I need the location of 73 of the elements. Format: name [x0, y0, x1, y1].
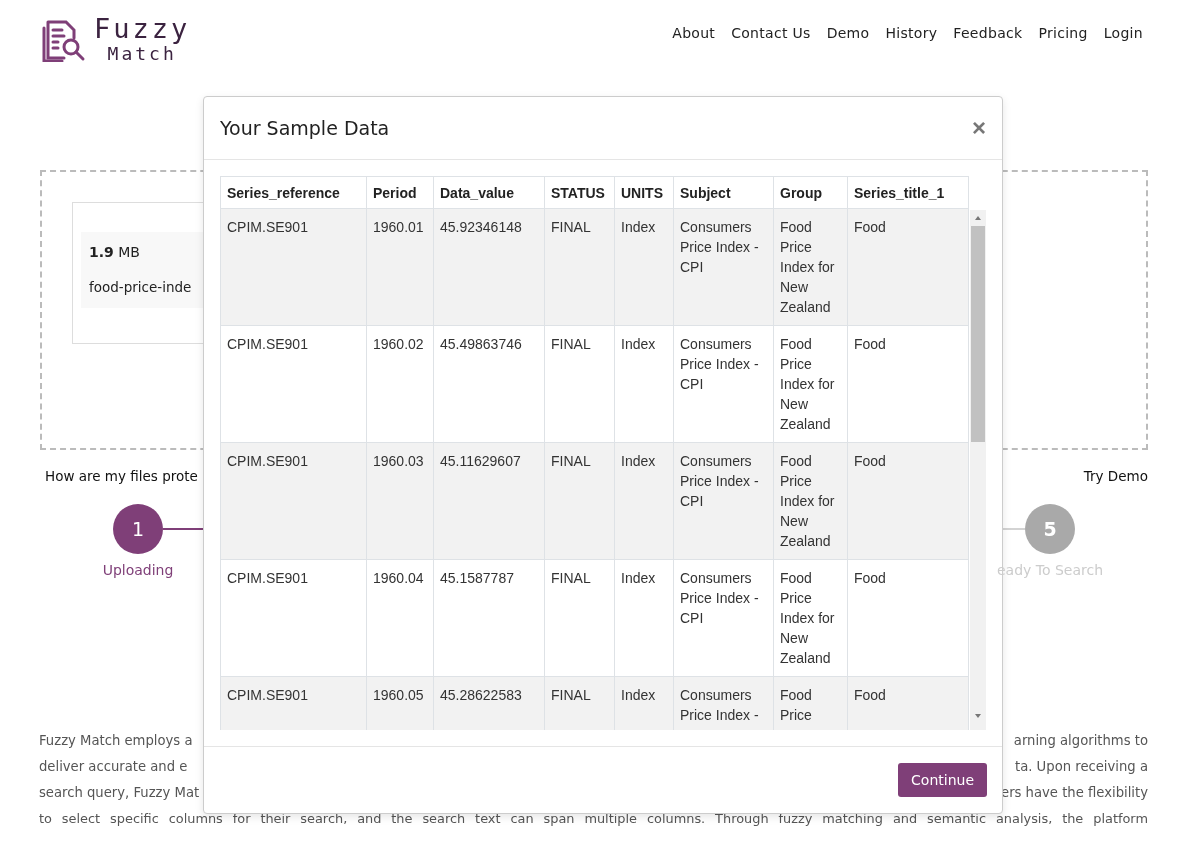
- step-label: Uploading: [102, 562, 174, 578]
- table-cell: FINAL: [544, 325, 615, 443]
- table-cell: 45.92346148: [433, 208, 545, 326]
- table-cell: CPIM.SE901: [220, 325, 367, 443]
- logo-subtitle: Match: [107, 45, 177, 63]
- table-cell: 1960.02: [366, 325, 434, 443]
- table-cell: Food Price Index for New Zealand: [773, 559, 848, 677]
- description-text: arning algorithms to: [1013, 732, 1148, 750]
- description-text: ta. Upon receiving a: [1014, 758, 1148, 776]
- table-cell: 1960.01: [366, 208, 434, 326]
- column-header: Series_title_1: [847, 176, 969, 209]
- description-text: search query, Fuzzy Mat: [39, 784, 200, 802]
- table-cell: 45.28622583: [433, 676, 545, 730]
- try-demo-link[interactable]: Try Demo: [1083, 468, 1148, 484]
- table-cell: 45.49863746: [433, 325, 545, 443]
- file-name: food-price-inde: [89, 279, 193, 295]
- table-cell: FINAL: [544, 559, 615, 677]
- table-cell: Index: [614, 676, 674, 730]
- step-circle: 1: [113, 504, 163, 554]
- table-cell: Food: [847, 325, 969, 443]
- logo-wordmark: Fuzzy: [94, 15, 191, 42]
- table-cell: Consumers Price Index - CPI: [673, 208, 774, 326]
- table-cell: Consumers Price Index - CPI: [673, 442, 774, 560]
- table-cell: CPIM.SE901: [220, 676, 367, 730]
- step-circle: 5: [1025, 504, 1075, 554]
- nav-link[interactable]: Pricing: [1038, 25, 1088, 41]
- file-protection-link[interactable]: How are my files prote: [45, 468, 198, 484]
- table-cell: Food: [847, 676, 969, 730]
- table-cell: 1960.03: [366, 442, 434, 560]
- table-cell: 1960.04: [366, 559, 434, 677]
- table-cell: 45.1587787: [433, 559, 545, 677]
- scrollbar[interactable]: [970, 210, 986, 730]
- continue-button[interactable]: Continue: [898, 763, 987, 797]
- table-cell: Index: [614, 559, 674, 677]
- table-cell: Food Price Index for New Zealand: [773, 325, 848, 443]
- table-cell: Food: [847, 559, 969, 677]
- nav-link[interactable]: History: [885, 25, 938, 41]
- nav-link[interactable]: Contact Us: [731, 25, 811, 41]
- column-header: Subject: [673, 176, 774, 209]
- table-cell: FINAL: [544, 208, 615, 326]
- column-header: STATUS: [544, 176, 615, 209]
- column-header: Period: [366, 176, 434, 209]
- table-cell: Consumers Price Index - CPI: [673, 325, 774, 443]
- column-header: Series_reference: [220, 176, 367, 209]
- description-text: deliver accurate and e: [39, 758, 188, 776]
- table-cell: 45.11629607: [433, 442, 545, 560]
- table-cell: Food Price: [773, 676, 848, 730]
- table-cell: Food Price Index for New Zealand: [773, 208, 848, 326]
- table-cell: FINAL: [544, 676, 615, 730]
- column-header: Group: [773, 176, 848, 209]
- table-cell: Food: [847, 208, 969, 326]
- table-cell: Index: [614, 208, 674, 326]
- nav-link[interactable]: Demo: [826, 25, 870, 41]
- table-cell: Consumers Price Index -: [673, 676, 774, 730]
- table-cell: CPIM.SE901: [220, 208, 367, 326]
- table-cell: Food Price Index for New Zealand: [773, 442, 848, 560]
- table-cell: CPIM.SE901: [220, 442, 367, 560]
- table-cell: 1960.05: [366, 676, 434, 730]
- file-size: 1.9 MB: [89, 244, 141, 260]
- nav-link[interactable]: Login: [1103, 25, 1143, 41]
- nav-link[interactable]: About: [672, 25, 716, 41]
- column-header: UNITS: [614, 176, 674, 209]
- nav-link[interactable]: Feedback: [953, 25, 1023, 41]
- table-cell: Consumers Price Index - CPI: [673, 559, 774, 677]
- table-cell: FINAL: [544, 442, 615, 560]
- close-button[interactable]: ×: [972, 116, 986, 140]
- table-cell: Food: [847, 442, 969, 560]
- table-cell: Index: [614, 442, 674, 560]
- table-cell: Index: [614, 325, 674, 443]
- description-text: Fuzzy Match employs a: [39, 732, 193, 750]
- column-header: Data_value: [433, 176, 545, 209]
- dialog-title: Your Sample Data: [220, 117, 390, 139]
- table-cell: CPIM.SE901: [220, 559, 367, 677]
